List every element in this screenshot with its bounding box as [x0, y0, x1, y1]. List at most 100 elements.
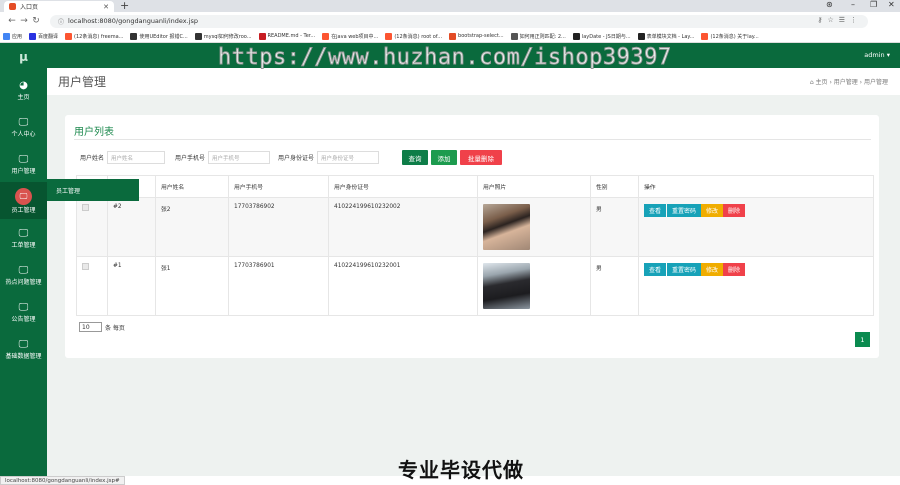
bookmark-item[interactable]: (12条消息) freema...: [65, 32, 124, 40]
panel-divider: [74, 139, 871, 140]
table-row: #2 张2 17703786902 410224199610232002 男 查…: [76, 197, 874, 257]
user-photo[interactable]: [483, 263, 530, 309]
search-phone-label: 用户手机号: [175, 155, 206, 162]
profile-icon[interactable]: ⊛: [826, 0, 833, 9]
sidebar-item-0[interactable]: ◕ 主页: [0, 71, 47, 108]
sidebar-item-5[interactable]: 🖵 热点问题管理: [0, 256, 47, 293]
query-button[interactable]: 查询: [402, 150, 428, 165]
watermark-text: https://www.huzhan.com/ishop39397: [218, 45, 672, 71]
sidebar-item-3[interactable]: 🖵 员工管理: [0, 182, 47, 219]
view-button[interactable]: 查看: [644, 263, 667, 276]
tab-title: 入口页: [20, 4, 39, 11]
bookmark-label: bootstrap-select...: [458, 33, 504, 39]
bookmark-favicon-icon: [258, 32, 266, 40]
th-gender: 性别: [590, 175, 639, 198]
bookmark-favicon-icon: [449, 32, 457, 40]
page-size-select[interactable]: 10: [79, 322, 102, 332]
breadcrumb[interactable]: ⌂ 主页 › 用户管理 › 用户管理: [810, 77, 888, 86]
dashboard-icon: ◕: [19, 79, 28, 91]
main-content: 用户管理 ⌂ 主页 › 用户管理 › 用户管理 用户列表 用户姓名 用户姓名 用…: [47, 68, 900, 476]
tab-close-icon[interactable]: ✕: [103, 3, 109, 11]
brand-logo[interactable]: μ: [0, 43, 47, 71]
bookmark-item[interactable]: layDate - JS日期与...: [572, 32, 631, 40]
search-name-group: 用户姓名 用户姓名: [80, 151, 166, 164]
delete-button[interactable]: 删除: [723, 204, 746, 217]
sidebar-item-label: 主页: [17, 93, 30, 101]
bookmark-label: mysql如何修改roo...: [203, 33, 252, 40]
row-actions: 查看 重置密码 修改 删除: [638, 197, 874, 257]
status-url: localhost:8080/gongdanguanli/index.jsp#: [0, 476, 125, 485]
search-name-input[interactable]: 用户姓名: [107, 151, 166, 164]
sidebar-item-6[interactable]: 🖵 公告管理: [0, 293, 47, 330]
window-close-icon[interactable]: ✕: [888, 0, 895, 9]
browser-tab[interactable]: 入口页 ✕: [4, 1, 114, 12]
row-checkbox[interactable]: [82, 263, 89, 270]
bookmark-label: 应用: [12, 33, 23, 40]
page-header: 用户管理 ⌂ 主页 › 用户管理 › 用户管理: [47, 68, 900, 95]
bookmark-favicon-icon: [194, 32, 202, 40]
submenu-item-employee[interactable]: 员工管理: [56, 186, 80, 195]
bookmark-item[interactable]: 如何用正则匹配: 2...: [510, 32, 566, 40]
sidebar-item-7[interactable]: 🖵 基础数据管理: [0, 330, 47, 367]
bookmark-item[interactable]: bootstrap-select...: [449, 32, 504, 40]
view-button[interactable]: 查看: [644, 204, 667, 217]
bookmark-item[interactable]: README.md - Ter...: [258, 32, 315, 40]
reload-icon[interactable]: ↻: [30, 16, 42, 26]
sidebar-item-label: 个人中心: [11, 130, 36, 138]
row-checkbox[interactable]: [82, 204, 89, 211]
restore-icon[interactable]: ❐: [870, 0, 877, 9]
url-field[interactable]: ⓘ localhost:8080/gongdanguanli/index.jsp…: [50, 14, 868, 28]
new-tab-button[interactable]: +: [120, 0, 129, 12]
bookmark-item[interactable]: (12条消息) 关于lay...: [701, 32, 759, 40]
user-photo[interactable]: [483, 204, 530, 250]
back-icon[interactable]: ←: [6, 16, 18, 26]
sidebar-item-2[interactable]: 🖵 用户管理: [0, 145, 47, 182]
th-phone: 用户手机号: [228, 175, 329, 198]
sidebar-nav: ◕ 主页 🖵 个人中心 🖵 用户管理 🖵 员工管理 🖵 工单管理 🖵 热点问题管理 🖵 公告管理 🖵 基础数据…: [0, 71, 47, 367]
sidebar-item-label: 用户管理: [11, 167, 36, 175]
batch-delete-button[interactable]: 批量删除: [460, 150, 502, 165]
bookmark-favicon-icon: [3, 32, 10, 40]
bookmarks-bar: 应用 百度翻译 (12条消息) freema... 使用UEditor 报错C... m…: [0, 30, 900, 43]
row-phone: 17703786902: [228, 197, 329, 257]
search-name-label: 用户姓名: [80, 155, 105, 162]
bookmark-item[interactable]: 百度翻译: [29, 32, 58, 40]
sidebar-item-4[interactable]: 🖵 工单管理: [0, 219, 47, 256]
add-button[interactable]: 添加: [431, 150, 457, 165]
url-actions-icons[interactable]: ⚷☆☰⋮: [817, 16, 862, 24]
bookmark-item[interactable]: 使用UEditor 报错C...: [130, 32, 188, 40]
panel-title: 用户列表: [74, 127, 114, 138]
reset-password-button[interactable]: 重置密码: [667, 263, 702, 276]
bookmark-item[interactable]: mysql如何修改roo...: [194, 32, 252, 40]
bookmark-label: (12条消息) freema...: [74, 33, 124, 40]
search-idcard-group: 用户身份证号 用户身份证号: [278, 151, 380, 164]
app: μ ◕ 主页 🖵 个人中心 🖵 用户管理 🖵 员工管理 🖵 工单管理 🖵 热点问题管理 🖵 公告管理 🖵 基础…: [0, 43, 900, 476]
search-phone-input[interactable]: 用户手机号: [208, 151, 271, 164]
row-checkbox-cell: [76, 256, 108, 316]
bookmark-favicon-icon: [510, 32, 518, 40]
bookmark-item[interactable]: 在java web项目中...: [322, 32, 378, 40]
sidebar-item-1[interactable]: 🖵 个人中心: [0, 108, 47, 145]
submenu-popup[interactable]: 员工管理: [47, 179, 139, 201]
forward-icon[interactable]: →: [18, 16, 30, 26]
minimize-icon[interactable]: –: [851, 0, 855, 9]
search-idcard-input[interactable]: 用户身份证号: [317, 151, 380, 164]
bookmark-favicon-icon: [29, 32, 37, 40]
bookmark-favicon-icon: [65, 32, 73, 40]
sidebar: μ ◕ 主页 🖵 个人中心 🖵 用户管理 🖵 员工管理 🖵 工单管理 🖵 热点问题管理 🖵 公告管理 🖵 基础…: [0, 43, 47, 476]
sidebar-item-label: 工单管理: [11, 241, 36, 249]
page-title: 用户管理: [58, 75, 107, 89]
bookmark-favicon-icon: [130, 32, 138, 40]
admin-menu[interactable]: admin ▾: [864, 51, 890, 59]
edit-button[interactable]: 修改: [701, 263, 724, 276]
bookmark-label: 使用UEditor 报错C...: [139, 33, 188, 40]
bookmark-item[interactable]: 表单模块文档 - Lay...: [637, 32, 694, 40]
row-gender: 男: [590, 197, 639, 257]
bookmark-item[interactable]: (12条消息) root of...: [385, 32, 442, 40]
bookmark-item[interactable]: 应用: [3, 32, 23, 40]
edit-button[interactable]: 修改: [701, 204, 724, 217]
row-id: #1: [107, 256, 156, 316]
reset-password-button[interactable]: 重置密码: [667, 204, 702, 217]
page-number-button[interactable]: 1: [855, 332, 870, 347]
delete-button[interactable]: 删除: [723, 263, 746, 276]
